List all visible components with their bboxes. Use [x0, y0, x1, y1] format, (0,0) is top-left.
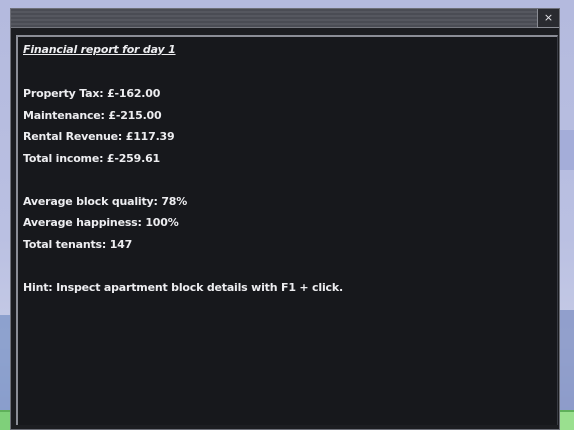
average-happiness-line: Average happiness: 100%: [23, 216, 179, 229]
financial-report-window: × Financial report for day 1 Property Ta…: [10, 8, 560, 430]
rental-revenue-line: Rental Revenue: £117.39: [23, 130, 175, 143]
property-tax-line: Property Tax: £-162.00: [23, 87, 161, 100]
total-income-line: Total income: £-259.61: [23, 152, 160, 165]
total-tenants-line: Total tenants: 147: [23, 238, 133, 251]
report-panel: Financial report for day 1 Property Tax:…: [16, 35, 558, 425]
close-button[interactable]: ×: [537, 9, 559, 28]
window-titlebar[interactable]: [11, 9, 538, 28]
report-title: Financial report for day 1: [23, 43, 176, 56]
background-building: [558, 310, 574, 410]
maintenance-line: Maintenance: £-215.00: [23, 109, 162, 122]
background-building: [558, 130, 574, 170]
hint-line: Hint: Inspect apartment block details wi…: [23, 281, 343, 294]
average-block-quality-line: Average block quality: 78%: [23, 195, 188, 208]
